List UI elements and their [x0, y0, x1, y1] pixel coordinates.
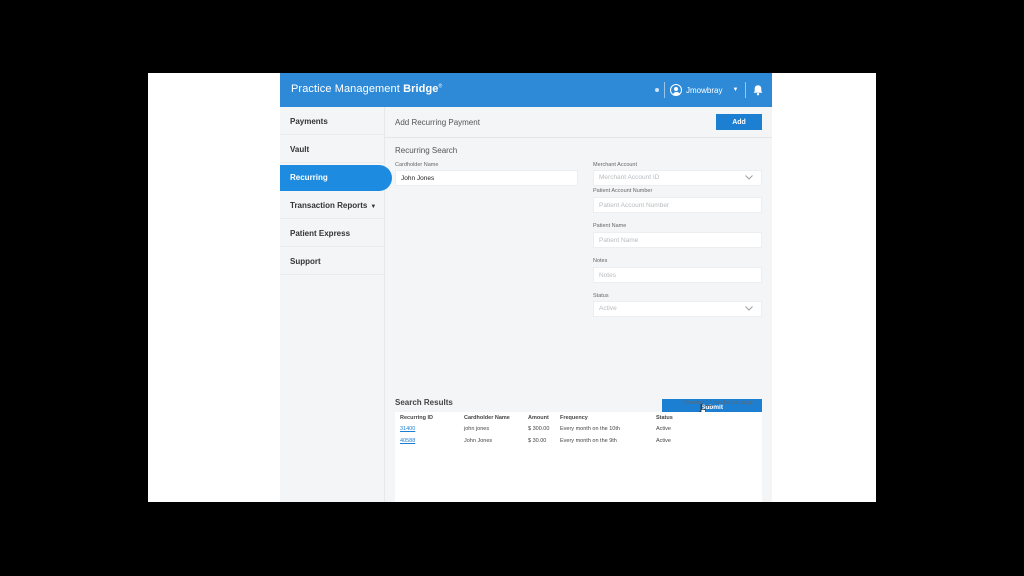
top-navigation-bar: Practice Management Bridge® Jmowbray ▼: [280, 73, 772, 107]
results-count-suffix: results per page: [711, 400, 753, 406]
username: Jmowbray: [686, 85, 723, 95]
merchant-account-label: Merchant Account: [593, 162, 638, 168]
divider: [745, 82, 746, 98]
sidebar-item-label: Patient Express: [290, 229, 351, 238]
status-value: Active: [599, 305, 617, 312]
main-content: Add Recurring Payment Add Recurring Sear…: [385, 107, 772, 502]
sidebar-item-transaction-reports[interactable]: Transaction Reports ▼: [280, 193, 384, 219]
sidebar-item-payments[interactable]: Payments: [280, 109, 384, 135]
amount-cell: $ 300.00: [528, 426, 550, 432]
sidebar: Payments Vault Recurring Transaction Rep…: [280, 107, 392, 502]
recurring-id-cell: 40588: [395, 435, 459, 447]
patient-account-number-input[interactable]: [593, 197, 762, 213]
user-menu[interactable]: Jmowbray ▼: [670, 82, 738, 98]
divider: [664, 82, 665, 98]
sidebar-item-patient-express[interactable]: Patient Express: [280, 221, 384, 247]
column-header-recurring-id[interactable]: Recurring ID: [395, 412, 459, 423]
caret-down-icon: ▼: [732, 87, 739, 93]
search-results-title: Search Results: [395, 398, 453, 407]
status-cell: Active: [656, 438, 671, 444]
brand-name-bold: Bridge: [403, 83, 439, 95]
merchant-account-select[interactable]: Merchant Account ID: [593, 170, 762, 186]
brand-name-regular: Practice Management: [291, 83, 404, 95]
page-header: Add Recurring Payment Add: [385, 107, 772, 138]
recurring-id-cell: 31400: [395, 423, 459, 435]
column-header-cardholder-name[interactable]: Cardholder Name: [459, 412, 523, 423]
sidebar-item-recurring[interactable]: Recurring: [280, 165, 392, 191]
patient-account-number-label: Patient Account Number: [593, 188, 653, 194]
status-cell: Active: [656, 426, 671, 432]
brand-logo[interactable]: Practice Management Bridge®: [291, 83, 442, 95]
page-title: Add Recurring Payment: [395, 118, 480, 127]
caret-down-icon: ▼: [370, 204, 377, 210]
amount-cell: $ 30.00: [528, 438, 547, 444]
user-avatar-icon: [670, 84, 682, 96]
recurring-search-panel: Recurring Search Cardholder Name Merchan…: [395, 141, 762, 361]
chevron-down-icon: [745, 306, 753, 311]
sidebar-item-label: Support: [290, 257, 321, 266]
sidebar-item-label: Vault: [290, 145, 310, 154]
chevron-down-icon: [745, 175, 753, 180]
recurring-id-link[interactable]: 40588: [400, 438, 415, 444]
brand-registered-mark: ®: [438, 83, 443, 90]
results-per-page: Showing 10 results per page ›: [683, 399, 757, 406]
results-table: Recurring ID Cardholder Name Amount Freq…: [395, 412, 711, 447]
app-window: Practice Management Bridge® Jmowbray ▼ P…: [280, 73, 772, 502]
merchant-account-placeholder: Merchant Account ID: [599, 174, 660, 181]
results-table-container: Recurring ID Cardholder Name Amount Freq…: [395, 412, 762, 502]
column-header-status[interactable]: Status: [651, 412, 711, 423]
table-row[interactable]: 40588 John Jones $ 30.00 Every month on …: [395, 435, 711, 447]
status-label: Status: [593, 293, 609, 299]
frequency-cell: Every month on the 10th: [560, 426, 620, 432]
recurring-id-link[interactable]: 31400: [400, 426, 415, 432]
patient-name-label: Patient Name: [593, 223, 627, 229]
table-header-row: Recurring ID Cardholder Name Amount Freq…: [395, 412, 711, 423]
section-title: Recurring Search: [395, 146, 458, 155]
frequency-cell: Every month on the 9th: [560, 438, 617, 444]
add-button[interactable]: Add: [716, 114, 762, 130]
status-dot-icon: [655, 88, 659, 92]
cardholder-cell: John Jones: [464, 438, 493, 444]
patient-name-input[interactable]: [593, 232, 762, 248]
status-select[interactable]: Active: [593, 301, 762, 317]
sidebar-item-label: Recurring: [290, 173, 328, 182]
results-count-prefix: Showing: [683, 400, 706, 406]
sidebar-item-label: Payments: [290, 117, 328, 126]
sidebar-item-label: Transaction Reports: [290, 201, 368, 210]
cardholder-name-label: Cardholder Name: [395, 162, 439, 168]
cardholder-cell: john jones: [464, 426, 490, 432]
bell-icon[interactable]: [752, 84, 764, 96]
notes-label: Notes: [593, 258, 608, 264]
column-header-amount[interactable]: Amount: [523, 412, 555, 423]
chevron-right-icon[interactable]: ›: [754, 399, 756, 406]
column-header-frequency[interactable]: Frequency: [555, 412, 651, 423]
sidebar-item-support[interactable]: Support: [280, 249, 384, 275]
notes-input[interactable]: [593, 267, 762, 283]
cardholder-name-input[interactable]: [395, 170, 578, 186]
sidebar-item-vault[interactable]: Vault: [280, 137, 384, 163]
table-row[interactable]: 31400 john jones $ 300.00 Every month on…: [395, 423, 711, 435]
